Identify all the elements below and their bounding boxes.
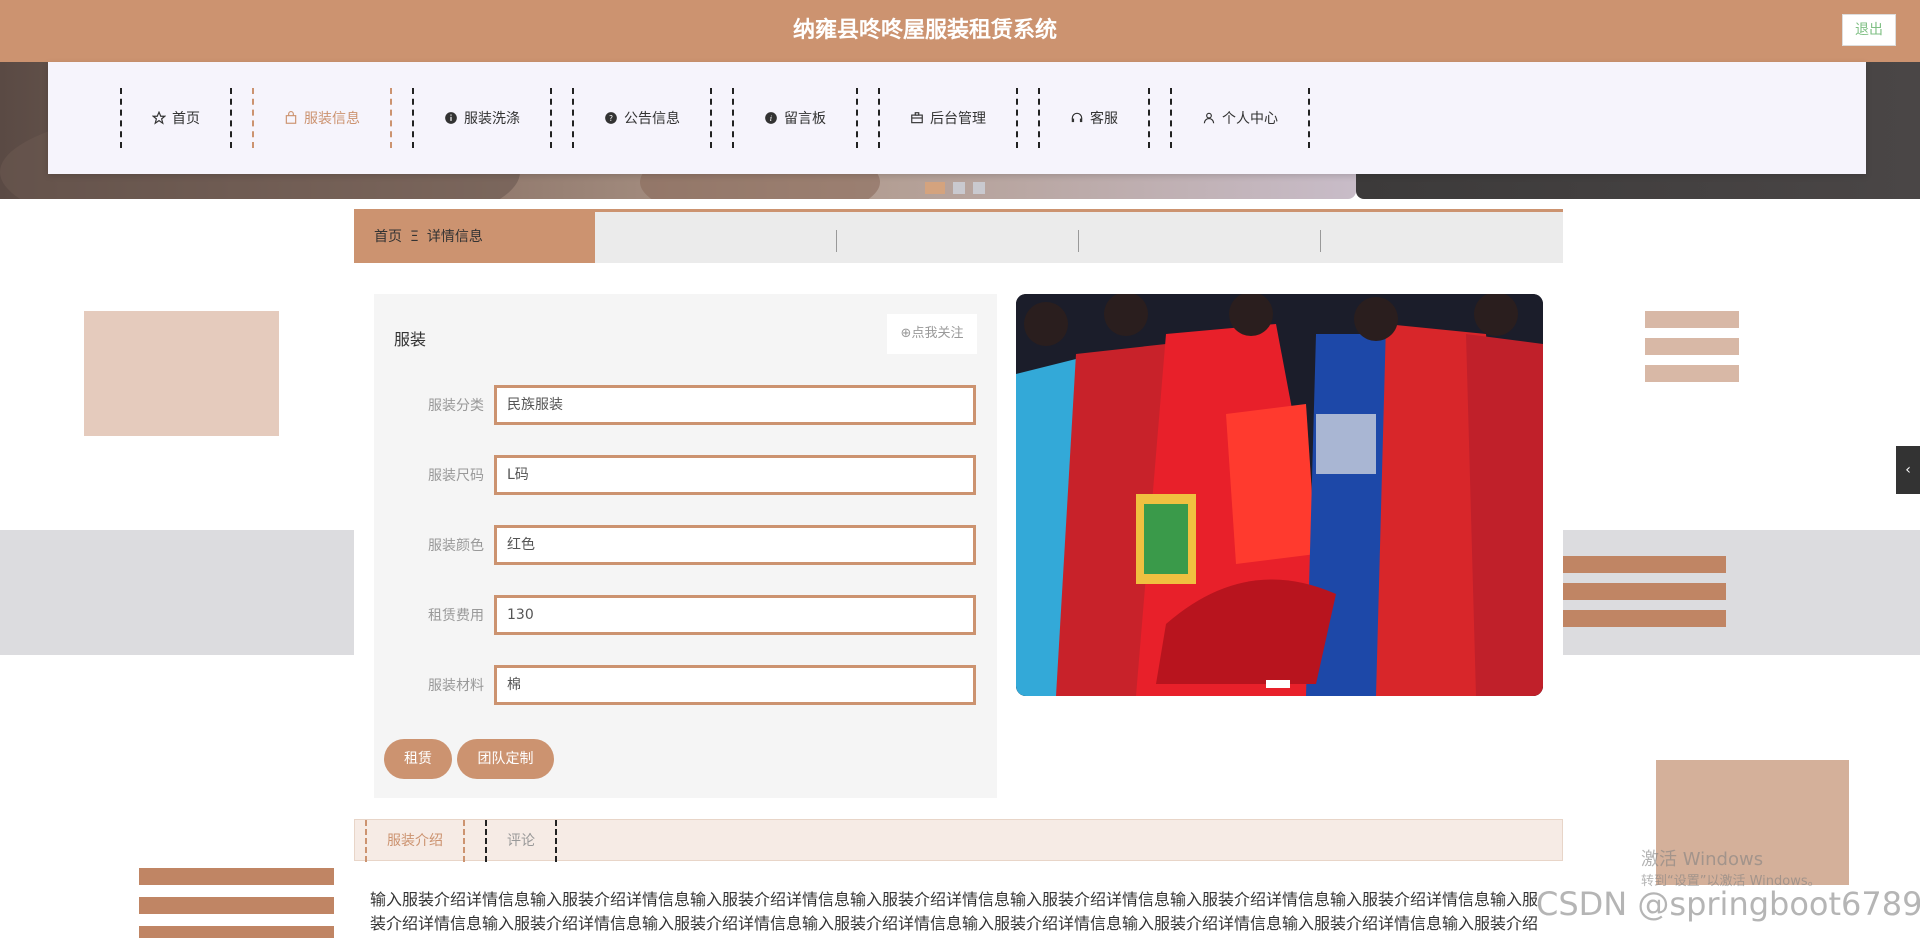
sidebar-collapse-button[interactable]: ‹ (1896, 446, 1920, 494)
tab-comments[interactable]: 评论 (485, 820, 557, 862)
carousel-dot-1[interactable] (925, 182, 945, 194)
csdn-watermark: CSDN @springboot6789 (1536, 885, 1920, 923)
breadcrumb-active: 首页 Ξ 详情信息 (354, 212, 595, 263)
team-custom-button[interactable]: 团队定制 (457, 739, 554, 779)
tab-introduction[interactable]: 服装介绍 (365, 820, 465, 862)
image-carousel-dot[interactable] (1266, 680, 1290, 688)
field-row: 服装分类 民族服装 (374, 385, 997, 425)
nav-item-label: 留言板 (784, 111, 826, 127)
logout-button[interactable]: 退出 (1842, 14, 1896, 46)
field-label: 服装分类 (428, 398, 484, 414)
rental-fee-field[interactable]: 130 (494, 595, 976, 635)
nav-item-message-board[interactable]: i 留言板 (732, 88, 858, 148)
headset-icon (1071, 112, 1083, 123)
nav-item-label: 个人中心 (1222, 111, 1278, 127)
nav-item-label: 首页 (172, 111, 200, 127)
decor-band-left (0, 530, 354, 655)
color-field[interactable]: 红色 (494, 525, 976, 565)
user-icon (1203, 112, 1215, 124)
category-field[interactable]: 民族服装 (494, 385, 976, 425)
introduction-content: 输入服装介绍详情信息输入服装介绍详情信息输入服装介绍详情信息输入服装介绍详情信息… (370, 890, 1539, 933)
breadcrumb-home[interactable]: 首页 (374, 229, 402, 245)
field-label: 服装颜色 (428, 538, 484, 554)
nav-item-home[interactable]: 首页 (120, 88, 232, 148)
question-circle-icon: ? (605, 112, 617, 124)
star-icon (152, 111, 166, 125)
svg-text:?: ? (609, 114, 613, 123)
field-row: 租赁费用 130 (374, 595, 997, 635)
nav-item-label: 客服 (1090, 111, 1118, 127)
detail-tabs: 服装介绍 评论 (354, 819, 1563, 862)
decor-lines (1563, 556, 1726, 627)
nav-item-label: 后台管理 (930, 111, 986, 127)
material-field[interactable]: 棉 (494, 665, 976, 705)
decor-block (84, 311, 279, 436)
windows-activation-title: 激活 Windows (1641, 849, 1764, 870)
field-row: 服装颜色 红色 (374, 525, 997, 565)
breadcrumb-separator: Ξ (410, 229, 419, 245)
nav-item-label: 服装洗涤 (464, 111, 520, 127)
size-field[interactable]: L码 (494, 455, 976, 495)
detail-title: 服装 (394, 330, 427, 349)
nav-item-admin[interactable]: 后台管理 (878, 88, 1018, 148)
decor-lines (139, 868, 334, 938)
breadcrumb-divider (836, 230, 837, 252)
hero-carousel-dots (925, 182, 985, 194)
carousel-dot-3[interactable] (973, 182, 985, 194)
nav-item-personal-center[interactable]: 个人中心 (1170, 88, 1310, 148)
briefcase-icon (911, 112, 923, 124)
rent-button[interactable]: 租赁 (384, 739, 452, 779)
detail-card: 服装 ⊕点我关注 服装分类 民族服装 服装尺码 L码 服装颜色 红色 租赁费用 … (374, 294, 997, 798)
info-circle-icon: i (765, 112, 777, 124)
follow-button[interactable]: ⊕点我关注 (887, 314, 977, 354)
field-label: 服装材料 (428, 678, 484, 694)
field-label: 租赁费用 (428, 608, 484, 624)
breadcrumb: 首页 Ξ 详情信息 (354, 209, 1563, 263)
nav-item-clothing-info[interactable]: 服装信息 (252, 88, 392, 148)
nav-item-label: 服装信息 (304, 111, 360, 127)
breadcrumb-current: 详情信息 (426, 229, 483, 245)
field-row: 服装材料 棉 (374, 665, 997, 705)
breadcrumb-divider (1078, 230, 1079, 252)
product-photo-illustration (1016, 294, 1543, 696)
field-label: 服装尺码 (428, 468, 484, 484)
product-image (1016, 294, 1543, 696)
nav-item-customer-service[interactable]: 客服 (1038, 88, 1150, 148)
decor-lines (1645, 311, 1739, 382)
nav-item-label: 公告信息 (624, 111, 680, 127)
site-title: 纳雍县咚咚屋服装租赁系统 (792, 18, 1057, 43)
carousel-dot-2[interactable] (953, 182, 965, 194)
bag-icon (285, 111, 297, 124)
nav-item-laundry[interactable]: 服装洗涤 (412, 88, 552, 148)
chevron-left-icon: ‹ (1905, 462, 1911, 478)
nav-item-announcements[interactable]: ? 公告信息 (572, 88, 712, 148)
main-nav: 首页 服装信息 服装洗涤 ? 公告信息 i 留言板 后台管理 客服 个人中心 (48, 62, 1866, 174)
info-circle-icon (445, 112, 457, 124)
breadcrumb-divider (1320, 230, 1321, 252)
field-row: 服装尺码 L码 (374, 455, 997, 495)
top-header: 纳雍县咚咚屋服装租赁系统 退出 (0, 0, 1920, 62)
